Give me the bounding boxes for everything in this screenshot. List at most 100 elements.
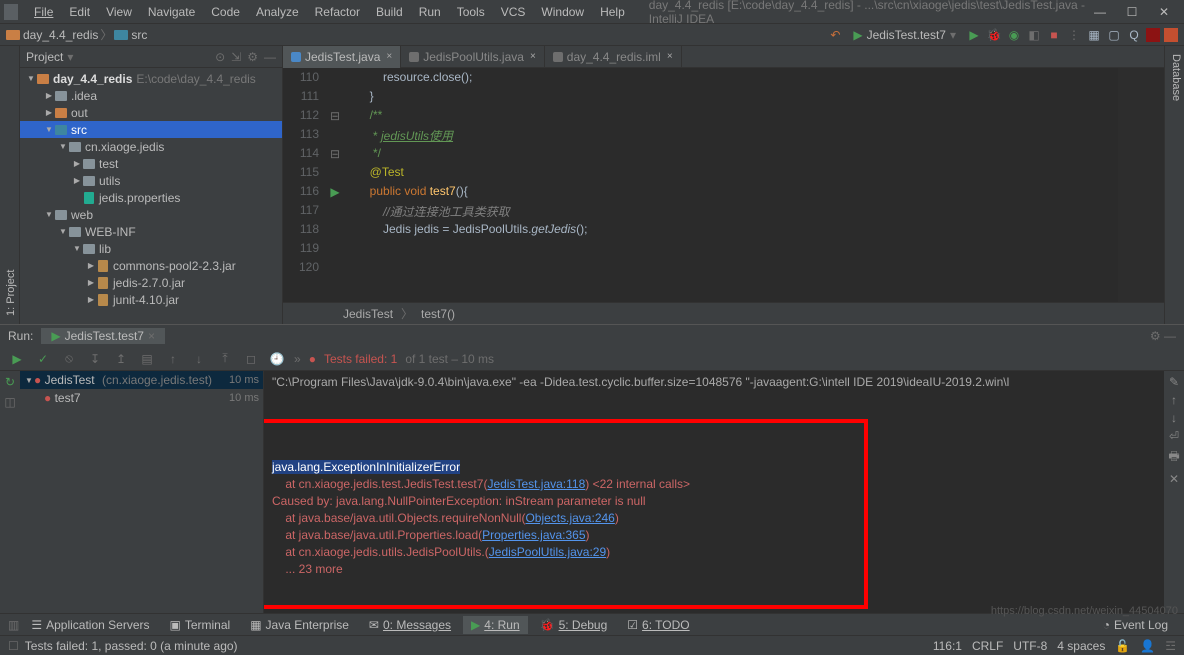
run-button-icon[interactable]: ▶ bbox=[966, 27, 982, 43]
ext-1-icon[interactable]: ▦ bbox=[1086, 27, 1102, 43]
btab-terminal[interactable]: ▣ Terminal bbox=[162, 616, 239, 634]
stop-button-icon[interactable]: ■ bbox=[1046, 27, 1062, 43]
scroll-up-icon[interactable]: ↑ bbox=[1171, 393, 1177, 407]
hide-icon[interactable]: — bbox=[264, 50, 276, 64]
toggle-auto-icon[interactable]: ⦸ bbox=[60, 350, 78, 368]
ext-4-icon[interactable] bbox=[1164, 28, 1178, 42]
menu-file[interactable]: File bbox=[26, 3, 61, 21]
stacktrace-link[interactable]: JedisPoolUtils.java:29 bbox=[489, 545, 606, 559]
minimap[interactable] bbox=[1118, 68, 1164, 302]
menu-run[interactable]: Run bbox=[411, 3, 449, 21]
clear-icon[interactable]: ✕ bbox=[1169, 472, 1179, 486]
sort-1-icon[interactable]: ↧ bbox=[86, 350, 104, 368]
tree-row[interactable]: ▶jedis-2.7.0.jar bbox=[20, 274, 282, 291]
tree-row[interactable]: ▼lib bbox=[20, 240, 282, 257]
gear-icon[interactable]: ⚙ bbox=[247, 50, 258, 64]
search-icon[interactable]: Q bbox=[1126, 27, 1142, 43]
more-1-icon[interactable]: ⋮ bbox=[1066, 27, 1082, 43]
editor-tab[interactable]: day_4.4_redis.iml× bbox=[545, 46, 682, 68]
print-icon[interactable]: 🖶 bbox=[1168, 447, 1179, 468]
status-line-sep[interactable]: CRLF bbox=[972, 639, 1003, 653]
stacktrace-link[interactable]: Properties.java:365 bbox=[482, 528, 585, 542]
btab-eventlog[interactable]: ◔ Event Log bbox=[1095, 616, 1176, 634]
rerun-failed-icon[interactable]: ✓ bbox=[34, 350, 52, 368]
window-close-icon[interactable]: ✕ bbox=[1156, 5, 1172, 19]
run-panel-tab[interactable]: ▶JedisTest.test7 × bbox=[41, 328, 165, 344]
code-area[interactable]: 110111112113114115116117118119120 ⊟⊟▶ re… bbox=[283, 68, 1164, 302]
btab-je[interactable]: ▦ Java Enterprise bbox=[242, 616, 357, 634]
down-icon[interactable]: ↓ bbox=[190, 350, 208, 368]
scroll-down-icon[interactable]: ↓ bbox=[1171, 411, 1177, 425]
menu-code[interactable]: Code bbox=[203, 3, 248, 21]
menu-window[interactable]: Window bbox=[533, 3, 592, 21]
debug-button-icon[interactable]: 🐞 bbox=[986, 27, 1002, 43]
menu-analyze[interactable]: Analyze bbox=[248, 3, 307, 21]
window-minimize-icon[interactable]: — bbox=[1092, 5, 1108, 19]
export-icon[interactable]: ⤒ bbox=[216, 350, 234, 368]
tool-gear-icon[interactable]: ⚙ bbox=[1150, 329, 1161, 343]
btab-messages[interactable]: ✉ 0: Messages bbox=[361, 616, 459, 634]
tool-hide-icon[interactable]: — bbox=[1164, 329, 1176, 343]
breadcrumb-src[interactable]: src bbox=[114, 28, 147, 42]
tree-row[interactable]: ▶commons-pool2-2.3.jar bbox=[20, 257, 282, 274]
menu-view[interactable]: View bbox=[98, 3, 140, 21]
status-mem-icon[interactable]: ☲ bbox=[1165, 639, 1176, 653]
stacktrace-link[interactable]: Objects.java:246 bbox=[525, 511, 614, 525]
coverage-button-icon[interactable]: ◉ bbox=[1006, 27, 1022, 43]
test-tree-root[interactable]: ▼● JedisTest (cn.xiaoge.jedis.test) 10 m… bbox=[20, 371, 263, 389]
up-icon[interactable]: ↑ bbox=[164, 350, 182, 368]
tree-row[interactable]: ▼web bbox=[20, 206, 282, 223]
window-restore-icon[interactable]: ☐ bbox=[1124, 5, 1140, 19]
menu-build[interactable]: Build bbox=[368, 3, 411, 21]
import-icon[interactable]: ◻ bbox=[242, 350, 260, 368]
menu-refactor[interactable]: Refactor bbox=[307, 3, 368, 21]
breadcrumb-root[interactable]: day_4.4_redis bbox=[6, 28, 98, 42]
editor-tab[interactable]: JedisPoolUtils.java× bbox=[401, 46, 545, 68]
menu-edit[interactable]: Edit bbox=[61, 3, 98, 21]
status-inspect-icon[interactable]: 👤 bbox=[1140, 639, 1155, 653]
status-encoding[interactable]: UTF-8 bbox=[1013, 639, 1047, 653]
tool-tab-database[interactable]: Database bbox=[1168, 46, 1184, 324]
wrap-icon[interactable]: ⏎ bbox=[1169, 429, 1179, 443]
profile-button-icon[interactable]: ◧ bbox=[1026, 27, 1042, 43]
test-tree-leaf[interactable]: ● test7 10 ms bbox=[20, 389, 263, 407]
tree-row[interactable]: ▶.idea bbox=[20, 87, 282, 104]
nav-back-icon[interactable]: ↶ bbox=[827, 27, 843, 43]
status-indent[interactable]: 4 spaces bbox=[1057, 639, 1105, 653]
btab-run[interactable]: ▶ 4: Run bbox=[463, 616, 528, 634]
project-tree[interactable]: ▼day_4.4_redisE:\code\day_4.4_redis▶.ide… bbox=[20, 68, 282, 324]
tree-row[interactable]: ▶utils bbox=[20, 172, 282, 189]
menu-vcs[interactable]: VCS bbox=[493, 3, 534, 21]
editor-tab[interactable]: JedisTest.java× bbox=[283, 46, 401, 68]
status-lock-icon[interactable]: 🔓 bbox=[1115, 639, 1130, 653]
clock-icon[interactable]: 🕘 bbox=[268, 350, 286, 368]
console-output[interactable]: "C:\Program Files\Java\jdk-9.0.4\bin\jav… bbox=[264, 371, 1164, 613]
ext-2-icon[interactable]: ▢ bbox=[1106, 27, 1122, 43]
crumb-class[interactable]: JedisTest bbox=[343, 307, 393, 321]
menu-navigate[interactable]: Navigate bbox=[140, 3, 203, 21]
tree-row[interactable]: ▼src bbox=[20, 121, 282, 138]
run-pin-icon[interactable]: ◫ bbox=[4, 395, 15, 409]
tree-row[interactable]: ▶test bbox=[20, 155, 282, 172]
tree-row[interactable]: jedis.properties bbox=[20, 189, 282, 206]
btab-todo[interactable]: ☑ 6: TODO bbox=[619, 616, 697, 634]
rerun-icon[interactable]: ▶ bbox=[8, 350, 26, 368]
test-tree[interactable]: ▼● JedisTest (cn.xiaoge.jedis.test) 10 m… bbox=[20, 371, 264, 613]
tree-row[interactable]: ▼WEB-INF bbox=[20, 223, 282, 240]
tree-row[interactable]: ▶junit-4.10.jar bbox=[20, 291, 282, 308]
tree-row[interactable]: ▼cn.xiaoge.jedis bbox=[20, 138, 282, 155]
ext-3-icon[interactable] bbox=[1146, 28, 1160, 42]
tree-row[interactable]: ▶out bbox=[20, 104, 282, 121]
btab-debug[interactable]: 🐞 5: Debug bbox=[532, 616, 616, 634]
menu-help[interactable]: Help bbox=[592, 3, 633, 21]
run-exec-icon[interactable]: ↻ bbox=[5, 375, 15, 389]
sort-2-icon[interactable]: ↥ bbox=[112, 350, 130, 368]
locate-icon[interactable]: ⊙ bbox=[215, 50, 225, 64]
btab-appservers[interactable]: ☰ Application Servers bbox=[23, 616, 157, 634]
stacktrace-link[interactable]: JedisTest.java:118 bbox=[487, 477, 585, 491]
menu-tools[interactable]: Tools bbox=[449, 3, 493, 21]
soft-wrap-icon[interactable]: ✎ bbox=[1169, 375, 1179, 389]
crumb-method[interactable]: test7() bbox=[421, 307, 455, 321]
tool-tab-project[interactable]: 1: Project bbox=[3, 50, 19, 324]
run-config-select[interactable]: ▶JedisTest.test7 ▾ bbox=[847, 26, 962, 44]
